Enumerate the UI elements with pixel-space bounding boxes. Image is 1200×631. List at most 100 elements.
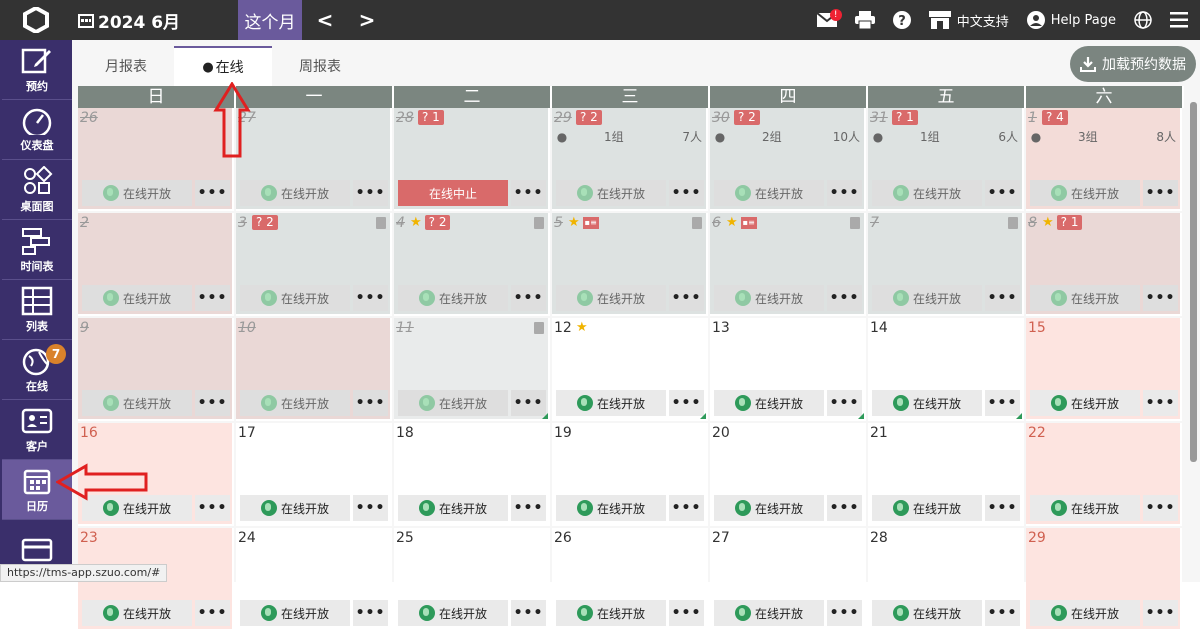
online-open-button[interactable]: 在线开放 (240, 180, 350, 206)
online-open-button[interactable]: 在线开放 (714, 180, 824, 206)
more-options-button[interactable]: ••• (827, 600, 862, 626)
more-options-button[interactable]: ••• (1143, 180, 1178, 206)
calendar-day-cell[interactable]: 3? 2在线开放••• (236, 213, 392, 316)
menu-icon[interactable] (1170, 12, 1188, 28)
online-open-button[interactable]: 在线开放 (240, 495, 350, 521)
online-open-button[interactable]: 在线开放 (556, 390, 666, 416)
sidebar-item-customers[interactable]: 客户 (2, 400, 72, 460)
sidebar-item-timeline[interactable]: 时间表 (2, 220, 72, 280)
prev-month-button[interactable]: < (310, 0, 340, 40)
language-support-link[interactable]: 中文支持 (929, 11, 1009, 30)
vertical-scrollbar[interactable] (1188, 86, 1198, 582)
more-options-button[interactable]: ••• (1143, 495, 1178, 521)
online-open-button[interactable]: 在线开放 (714, 390, 824, 416)
online-open-button[interactable]: 在线开放 (556, 495, 666, 521)
more-options-button[interactable]: ••• (195, 495, 230, 521)
calendar-day-cell[interactable]: 14在线开放••• (868, 318, 1024, 421)
more-options-button[interactable]: ••• (1143, 285, 1178, 311)
more-options-button[interactable]: ••• (195, 180, 230, 206)
online-open-button[interactable]: 在线开放 (1030, 390, 1140, 416)
calendar-day-cell[interactable]: 27在线开放••• (236, 108, 392, 211)
online-open-button[interactable]: 在线开放 (1030, 180, 1140, 206)
calendar-day-cell[interactable]: 10在线开放••• (236, 318, 392, 421)
this-month-button[interactable]: 这个月 (238, 0, 302, 40)
more-options-button[interactable]: ••• (1143, 600, 1178, 626)
online-open-button[interactable]: 在线开放 (398, 495, 508, 521)
booking-tag[interactable]: ? 1 (892, 110, 918, 125)
booking-tag[interactable]: ? 2 (576, 110, 602, 125)
calendar-day-cell[interactable]: 24在线开放••• (236, 528, 392, 631)
more-options-button[interactable]: ••• (511, 285, 546, 311)
calendar-day-cell[interactable]: 6★▪≡在线开放••• (710, 213, 866, 316)
booking-tag[interactable]: ? 1 (1057, 215, 1083, 230)
calendar-day-cell[interactable]: 2在线开放••• (78, 213, 234, 316)
more-options-button[interactable]: ••• (985, 495, 1020, 521)
sidebar-item-floor-map[interactable]: 桌面图 (2, 160, 72, 220)
calendar-day-cell[interactable]: 31? 1●1组6人在线开放••• (868, 108, 1024, 211)
more-options-button[interactable]: ••• (511, 390, 546, 416)
more-options-button[interactable]: ••• (511, 180, 546, 206)
calendar-day-cell[interactable]: 26在线开放••• (552, 528, 708, 631)
online-open-button[interactable]: 在线开放 (398, 600, 508, 626)
help-page-link[interactable]: Help Page (1027, 11, 1116, 29)
online-open-button[interactable]: 在线开放 (556, 600, 666, 626)
calendar-day-cell[interactable]: 29在线开放••• (1026, 528, 1182, 631)
booking-tag[interactable]: ? 2 (425, 215, 451, 230)
more-options-button[interactable]: ••• (827, 180, 862, 206)
online-open-button[interactable]: 在线开放 (82, 180, 192, 206)
more-options-button[interactable]: ••• (827, 390, 862, 416)
print-icon[interactable] (855, 11, 875, 29)
calendar-day-cell[interactable]: 11在线开放••• (394, 318, 550, 421)
more-options-button[interactable]: ••• (827, 285, 862, 311)
booking-tag[interactable]: ? 1 (418, 110, 444, 125)
sidebar-item-list[interactable]: 列表 (2, 280, 72, 340)
online-open-button[interactable]: 在线开放 (714, 600, 824, 626)
calendar-day-cell[interactable]: 18在线开放••• (394, 423, 550, 526)
online-open-button[interactable]: 在线开放 (398, 285, 508, 311)
more-options-button[interactable]: ••• (511, 495, 546, 521)
online-open-button[interactable]: 在线开放 (714, 495, 824, 521)
more-options-button[interactable]: ••• (353, 285, 388, 311)
calendar-day-cell[interactable]: 27在线开放••• (710, 528, 866, 631)
calendar-day-cell[interactable]: 4★? 2在线开放••• (394, 213, 550, 316)
clipboard-icon[interactable] (534, 217, 544, 229)
more-options-button[interactable]: ••• (985, 180, 1020, 206)
globe-language-icon[interactable] (1134, 11, 1152, 29)
calendar-day-cell[interactable]: 15在线开放••• (1026, 318, 1182, 421)
calendar-day-cell[interactable]: 28? 1在线中止••• (394, 108, 550, 211)
calendar-day-cell[interactable]: 26在线开放••• (78, 108, 234, 211)
more-options-button[interactable]: ••• (669, 600, 704, 626)
online-open-button[interactable]: 在线开放 (240, 390, 350, 416)
clipboard-icon[interactable] (692, 217, 702, 229)
online-open-button[interactable]: 在线开放 (82, 600, 192, 626)
online-open-button[interactable]: 在线开放 (556, 180, 666, 206)
more-options-button[interactable]: ••• (827, 495, 862, 521)
more-options-button[interactable]: ••• (985, 285, 1020, 311)
next-month-button[interactable]: > (352, 0, 382, 40)
sidebar-item-dashboard[interactable]: 仪表盘 (2, 100, 72, 160)
online-open-button[interactable]: 在线开放 (872, 390, 982, 416)
online-open-button[interactable]: 在线开放 (398, 390, 508, 416)
tab-weekly-report[interactable]: 周报表 (272, 46, 368, 86)
calendar-day-cell[interactable]: 21在线开放••• (868, 423, 1024, 526)
more-options-button[interactable]: ••• (195, 600, 230, 626)
more-options-button[interactable]: ••• (669, 285, 704, 311)
scroll-thumb[interactable] (1190, 102, 1197, 462)
more-options-button[interactable]: ••• (985, 600, 1020, 626)
online-open-button[interactable]: 在线开放 (1030, 285, 1140, 311)
calendar-day-cell[interactable]: 1? 4●3组8人在线开放••• (1026, 108, 1182, 211)
clipboard-icon[interactable] (1008, 217, 1018, 229)
more-options-button[interactable]: ••• (195, 285, 230, 311)
online-open-button[interactable]: 在线开放 (240, 600, 350, 626)
more-options-button[interactable]: ••• (353, 495, 388, 521)
app-logo-icon[interactable] (0, 0, 72, 40)
online-open-button[interactable]: 在线开放 (556, 285, 666, 311)
booking-tag[interactable]: ? 2 (734, 110, 760, 125)
calendar-day-cell[interactable]: 9在线开放••• (78, 318, 234, 421)
online-open-button[interactable]: 在线开放 (82, 285, 192, 311)
calendar-day-cell[interactable]: 25在线开放••• (394, 528, 550, 631)
more-options-button[interactable]: ••• (353, 180, 388, 206)
online-open-button[interactable]: 在线开放 (872, 180, 982, 206)
more-options-button[interactable]: ••• (669, 180, 704, 206)
calendar-day-cell[interactable]: 5★▪≡在线开放••• (552, 213, 708, 316)
